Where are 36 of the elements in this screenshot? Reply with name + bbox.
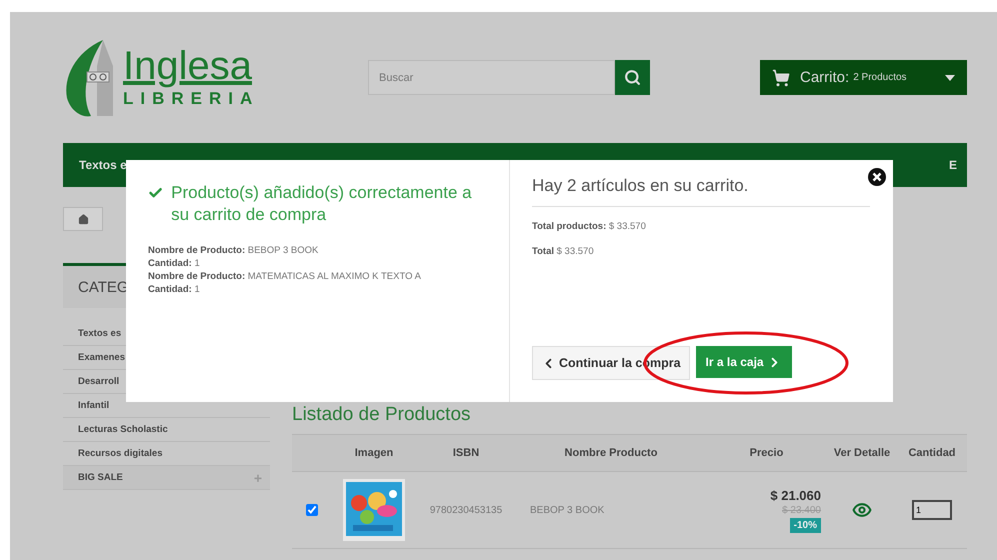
product-name: BEBOP 3 BOOK: [529, 504, 606, 516]
column-header: Nombre Producto: [564, 447, 658, 459]
logo-title: Inglesa: [123, 46, 253, 86]
column-header: Cantidad: [907, 447, 957, 459]
column-header: Ver Detalle: [832, 447, 892, 459]
home-icon: [78, 214, 88, 224]
search-button[interactable]: [615, 60, 650, 95]
column-header: Imagen: [354, 447, 394, 459]
section-title: Listado de Productos: [292, 404, 472, 426]
logo-subtitle: LIBRERIA: [123, 89, 260, 109]
checkout-button[interactable]: Ir a la caja: [696, 346, 792, 378]
column-header: ISBN: [452, 447, 480, 459]
category-item[interactable]: BIG SALE +: [63, 466, 270, 490]
category-item[interactable]: Lecturas Scholastic: [63, 418, 270, 442]
close-icon[interactable]: [868, 168, 886, 186]
dialog-title: Producto(s) añadido(s) correctamente a su carrito de compra: [171, 182, 473, 226]
nav-link[interactable]: E: [948, 158, 957, 172]
cart-button[interactable]: Carrito: 2 Productos: [760, 60, 967, 95]
total-line: Total $ 33.570: [532, 246, 595, 257]
view-icon[interactable]: [852, 500, 872, 520]
price: $ 21.060: [770, 488, 821, 502]
search-field[interactable]: Buscar: [368, 60, 615, 95]
isbn-cell-text: 9780230453135: [428, 504, 504, 516]
search-icon: [624, 69, 641, 86]
quantity-field[interactable]: 1: [912, 500, 952, 520]
cart-summary: Hay 2 artículos en su carrito.: [532, 176, 870, 207]
total-line: Total productos: $ 33.570: [532, 221, 647, 232]
nav-link[interactable]: Textos e: [79, 158, 127, 172]
cart-icon: [772, 68, 790, 86]
caret-icon: [945, 74, 955, 80]
row-checkbox[interactable]: [306, 504, 318, 516]
discount-tag: -10%: [790, 518, 821, 532]
product-line: Nombre de Producto: BEBOP 3 BOOK: [148, 244, 320, 257]
home-crumb[interactable]: [63, 207, 103, 231]
column-header: Precio: [748, 447, 784, 459]
product-line: Cantidad: 1: [148, 283, 201, 296]
